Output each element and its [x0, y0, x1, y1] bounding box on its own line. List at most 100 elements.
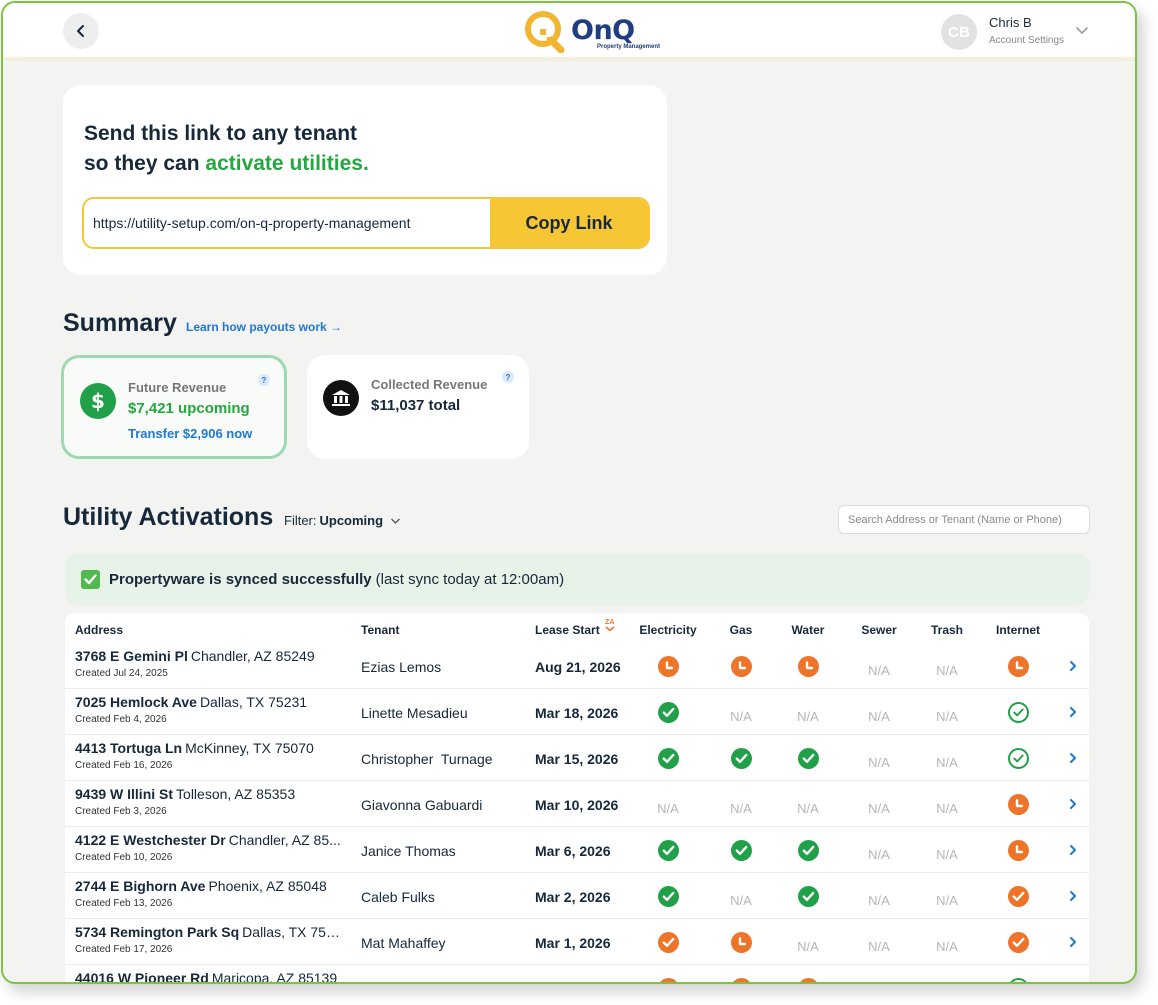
column-tenant[interactable]: Tenant: [361, 623, 399, 637]
status-trash-na: N/A: [936, 846, 958, 862]
sync-status-detail: (last sync today at 12:00am): [375, 570, 565, 588]
search-input[interactable]: [838, 505, 1090, 534]
user-name[interactable]: Chris B: [989, 15, 1032, 30]
table-row[interactable]: 4122 E Westchester Dr Chandler, AZ 85... C…: [65, 827, 1089, 873]
chevron-right-icon[interactable]: [1069, 843, 1077, 861]
table-row[interactable]: 44016 W Pioneer RdMaricopa, AZ 85139 N/A N…: [65, 965, 1089, 984]
pending-clock-icon: [1007, 793, 1029, 815]
table-row[interactable]: 4413 Tortuga Ln McKinney, TX 75070 Created…: [65, 735, 1089, 781]
confirmed-check-icon: [657, 931, 679, 953]
row-lease-start: Mar 6, 2026: [535, 843, 611, 859]
status-gas-na: N/A: [730, 892, 752, 908]
pending-clock-icon: [1007, 839, 1029, 861]
logo-wordmark: OnQ: [571, 15, 635, 46]
share-link-input[interactable]: [84, 199, 492, 247]
house-q-icon: [525, 11, 565, 53]
chevron-right-icon[interactable]: [1069, 935, 1077, 953]
column-lease-start[interactable]: Lease Start ZA: [535, 619, 615, 637]
row-city: McKinney, TX 75070: [185, 740, 314, 756]
future-revenue-value: $7,421 upcoming: [128, 400, 250, 417]
row-lease-start: Mar 18, 2026: [535, 705, 619, 721]
table-row[interactable]: 3768 E Gemini Pl Chandler, AZ 85249 Create…: [65, 643, 1089, 689]
status-internet: [1007, 931, 1029, 953]
share-link-card: Send this link to any tenant so they can…: [63, 85, 667, 275]
column-internet: Internet: [995, 623, 1041, 637]
share-link-heading: Send this link to any tenant so they can…: [84, 119, 369, 179]
chevron-right-icon[interactable]: [1069, 797, 1077, 815]
row-street: 2744 E Bighorn Ave: [75, 878, 206, 894]
learn-payouts-link[interactable]: Learn how payouts work →: [186, 320, 342, 334]
pending-clock-icon: [797, 977, 819, 982]
status-gas-na: N/A: [730, 708, 752, 724]
row-street: 4122 E Westchester Dr: [75, 832, 226, 848]
copy-link-button[interactable]: Copy Link: [490, 199, 648, 247]
status-gas: [730, 977, 752, 982]
row-lease-start: Mar 15, 2026: [535, 751, 619, 767]
bank-icon: [323, 380, 359, 416]
status-gas: [730, 839, 752, 861]
status-sewer-na: N/A: [868, 938, 890, 954]
status-electricity-na: N/A: [657, 800, 679, 816]
account-menu-toggle[interactable]: [1075, 23, 1089, 41]
pending-clock-icon: [730, 655, 752, 677]
table-row[interactable]: 5734 Remington Park Sq Dallas, TX 75252 Cr…: [65, 919, 1089, 965]
chevron-right-icon[interactable]: [1069, 889, 1077, 907]
status-electricity: [657, 977, 679, 982]
status-sewer-na: N/A: [868, 662, 890, 678]
row-city: Maricopa, AZ 85139: [211, 970, 338, 984]
chevron-right-icon[interactable]: [1069, 659, 1077, 677]
column-trash: Trash: [930, 623, 964, 637]
complete-check-icon: [797, 885, 819, 907]
row-street: 7025 Hemlock Ave: [75, 694, 197, 710]
pending-clock-icon: [657, 977, 679, 982]
heading-line-1: Send this link to any tenant: [84, 122, 358, 145]
status-water: [797, 655, 819, 677]
row-city: Chandler, AZ 85...: [228, 832, 341, 848]
table-row[interactable]: 2744 E Bighorn Ave Phoenix, AZ 85048 Creat…: [65, 873, 1089, 919]
verified-check-icon: [1007, 977, 1029, 982]
chevron-right-icon[interactable]: [1069, 705, 1077, 723]
sort-badge-text: ZA: [605, 619, 615, 626]
row-created-date: Created Jul 24, 2025: [75, 668, 168, 679]
top-bar: OnQ Property Management CB Chris B Accou…: [3, 3, 1135, 61]
complete-check-icon: [797, 747, 819, 769]
status-internet: [1007, 885, 1029, 907]
avatar[interactable]: CB: [941, 14, 977, 50]
table-row[interactable]: 7025 Hemlock Ave Dallas, TX 75231 Created …: [65, 689, 1089, 735]
future-revenue-card[interactable]: $ Future Revenue $7,421 upcoming Transfe…: [61, 355, 287, 459]
confirmed-check-icon: [1007, 885, 1029, 907]
help-icon[interactable]: ?: [258, 374, 270, 386]
chevron-right-icon[interactable]: [1069, 751, 1077, 769]
row-address: 3768 E Gemini Pl Chandler, AZ 85249: [75, 648, 315, 664]
account-settings-link[interactable]: Account Settings: [989, 35, 1064, 46]
back-button[interactable]: [63, 13, 99, 49]
status-water: [797, 839, 819, 861]
row-address: 9439 W Illini St Tolleson, AZ 85353: [75, 786, 295, 802]
activations-title: Utility Activations: [63, 503, 274, 531]
status-sewer-na: N/A: [868, 981, 890, 982]
table-row[interactable]: 9439 W Illini St Tolleson, AZ 85353 Create…: [65, 781, 1089, 827]
status-trash-na: N/A: [936, 892, 958, 908]
column-lease-label: Lease Start: [535, 623, 600, 637]
status-internet: [1007, 793, 1029, 815]
transfer-now-link[interactable]: Transfer $2,906 now: [128, 426, 252, 441]
status-water: [797, 885, 819, 907]
row-address: 4122 E Westchester Dr Chandler, AZ 85...: [75, 832, 341, 848]
chevron-down-icon: [391, 518, 401, 524]
help-icon[interactable]: ?: [502, 371, 514, 383]
share-link-field: Copy Link: [82, 197, 650, 249]
status-water-na: N/A: [797, 800, 819, 816]
future-revenue-label: Future Revenue: [128, 380, 227, 395]
row-lease-start: Mar 2, 2026: [535, 889, 611, 905]
status-trash-na: N/A: [936, 938, 958, 954]
column-address[interactable]: Address: [75, 623, 123, 637]
status-gas: [730, 747, 752, 769]
filter-dropdown[interactable]: Filter: Upcoming: [284, 513, 401, 528]
row-created-date: Created Feb 17, 2026: [75, 944, 173, 955]
row-tenant: Caleb Fulks: [361, 889, 435, 905]
row-lease-start: Mar 1, 2026: [535, 935, 611, 951]
chevron-right-icon[interactable]: [1069, 981, 1077, 982]
status-water-na: N/A: [797, 938, 819, 954]
heading-line-2: so they can activate utilities.: [84, 149, 369, 179]
complete-check-icon: [797, 839, 819, 861]
